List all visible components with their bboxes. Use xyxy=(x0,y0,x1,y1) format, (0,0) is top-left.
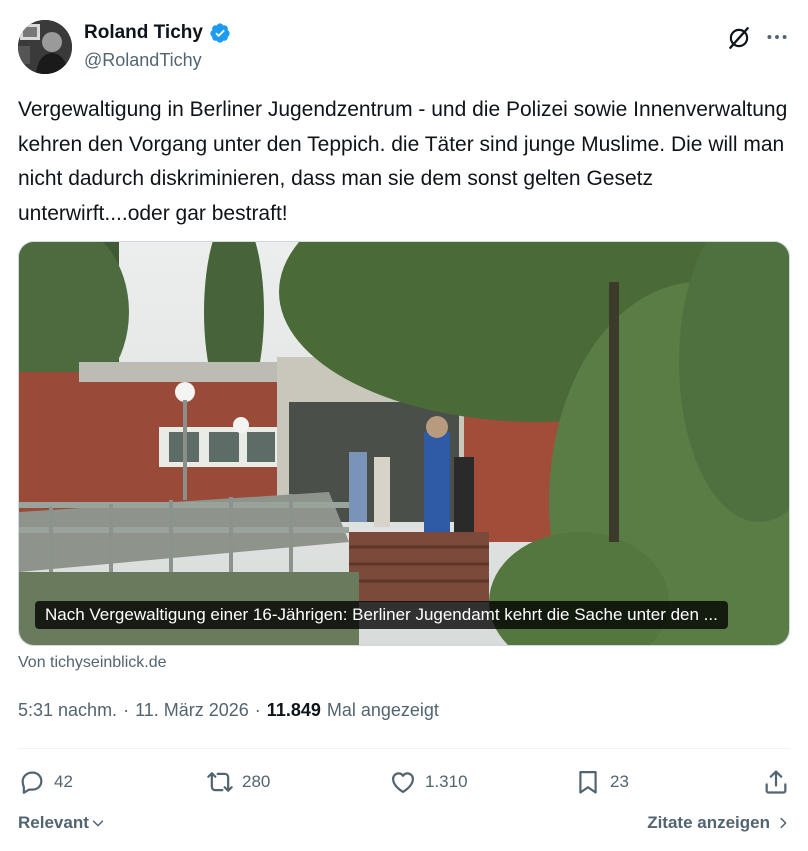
reply-icon xyxy=(21,771,43,794)
more-icon[interactable] xyxy=(764,24,790,50)
quotes-label: Zitate anzeigen xyxy=(647,813,770,832)
like-count: 1.310 xyxy=(425,772,468,791)
share-icon xyxy=(765,770,787,794)
link-card[interactable]: Nach Vergewaltigung einer 16-Jährigen: B… xyxy=(18,241,790,646)
tweet-header: Roland Tichy @RolandTichy xyxy=(18,20,790,76)
tweet-text: Vergewaltigung in Berliner Jugendzentrum… xyxy=(18,98,788,225)
card-photo xyxy=(19,242,789,645)
reply-button[interactable]: 42 xyxy=(18,762,73,802)
share-button[interactable] xyxy=(762,762,790,802)
divider xyxy=(18,748,790,749)
sort-label: Relevant xyxy=(18,813,89,832)
repost-count: 280 xyxy=(242,772,271,791)
sort-dropdown[interactable]: Relevant xyxy=(18,813,105,833)
like-icon xyxy=(391,772,415,794)
card-caption: Nach Vergewaltigung einer 16-Jährigen: B… xyxy=(35,601,728,629)
grok-icon[interactable] xyxy=(726,25,752,51)
chevron-right-icon xyxy=(780,817,787,829)
view-quotes-link[interactable]: Zitate anzeigen xyxy=(647,813,790,833)
bookmark-icon xyxy=(579,770,597,794)
chevron-down-icon xyxy=(92,820,104,827)
handle[interactable]: @RolandTichy xyxy=(84,50,202,71)
action-bar: 42 280 1.310 23 xyxy=(18,762,790,802)
bookmark-button[interactable]: 23 xyxy=(574,762,629,802)
meta-separator: · xyxy=(254,700,261,720)
reply-count: 42 xyxy=(54,772,73,791)
verified-badge-icon xyxy=(210,23,230,43)
views-label: Mal angezeigt xyxy=(326,700,439,720)
card-source-link[interactable]: Von tichyseinblick.de xyxy=(18,654,167,672)
view-count: 11.849 xyxy=(266,700,321,720)
repost-icon xyxy=(207,772,233,792)
avatar[interactable] xyxy=(18,20,72,74)
bookmark-count: 23 xyxy=(610,772,629,791)
meta-separator: · xyxy=(123,700,130,720)
name-row: Roland Tichy xyxy=(84,22,231,44)
like-button[interactable]: 1.310 xyxy=(389,762,468,802)
tweet-date[interactable]: 11. März 2026 xyxy=(135,700,249,721)
tweet-meta: 5:31 nachm. · 11. März 2026 · 11.849 Mal… xyxy=(18,700,439,721)
display-name[interactable]: Roland Tichy xyxy=(84,22,203,44)
repost-button[interactable]: 280 xyxy=(206,762,270,802)
tweet-time[interactable]: 5:31 nachm. xyxy=(18,700,117,721)
